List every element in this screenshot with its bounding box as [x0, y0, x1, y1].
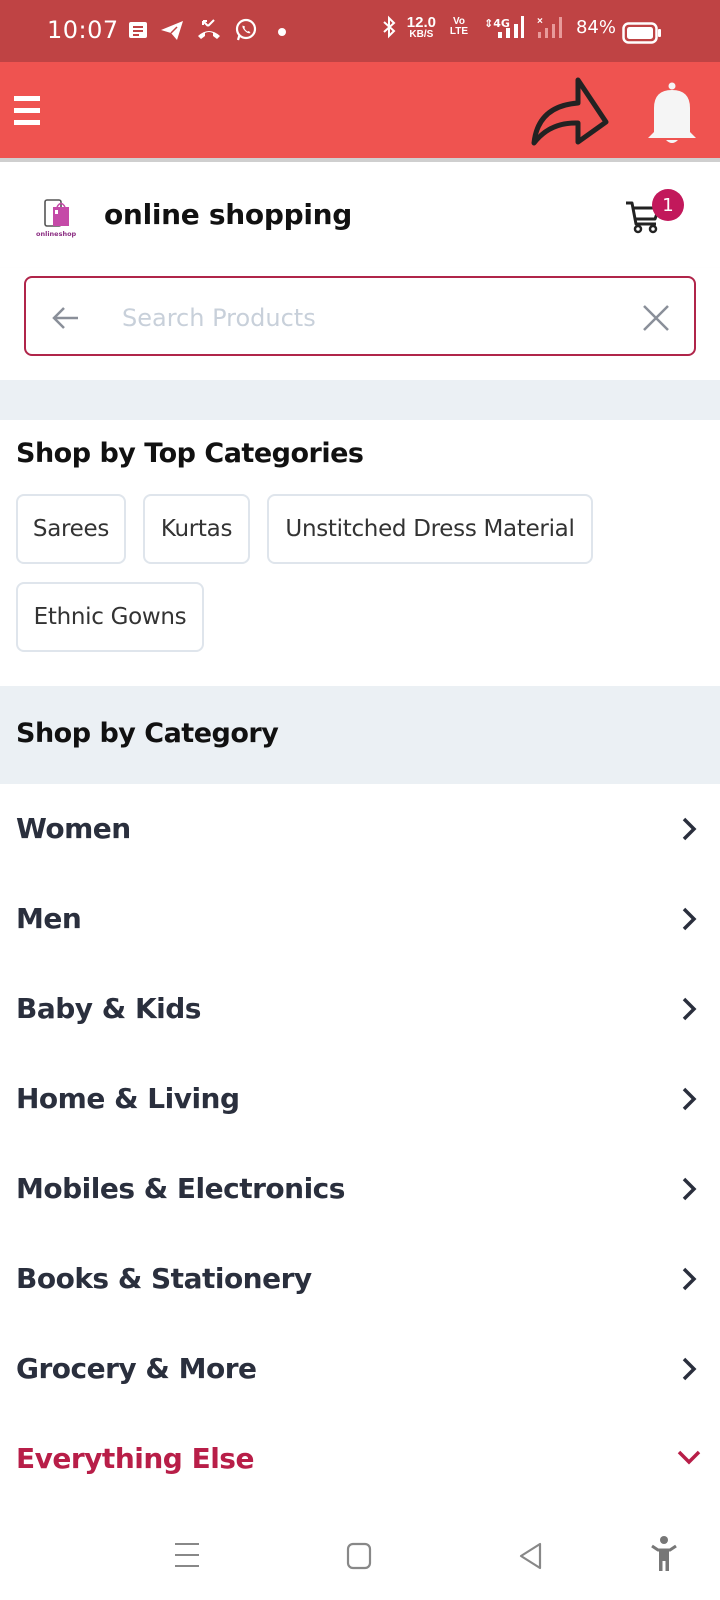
message-icon: [129, 22, 147, 38]
category-label: Books & Stationery: [16, 1262, 312, 1295]
chevron-right-icon: [682, 1267, 697, 1291]
category-grocery-more[interactable]: Grocery & More: [0, 1324, 720, 1414]
svg-text:onlineshop: onlineshop: [36, 230, 76, 238]
chevron-right-icon: [682, 907, 697, 931]
battery-icon: [622, 22, 661, 44]
category-label: Women: [16, 812, 131, 845]
section-spacer: [0, 380, 720, 420]
accessibility-icon[interactable]: [650, 1536, 678, 1572]
status-bar: 10:07 12.0 KB/S Vo LTE ⇕4G × 84%: [0, 0, 720, 62]
category-label: Men: [16, 902, 82, 935]
category-header-band: Shop by Category: [0, 686, 720, 784]
chevron-right-icon: [682, 1087, 697, 1111]
store-title: online shopping: [104, 198, 353, 231]
chip-ethnic-gowns[interactable]: Ethnic Gowns: [16, 582, 204, 652]
chevron-right-icon: [682, 1357, 697, 1381]
app-bar: [0, 62, 720, 158]
store-header: onlineshop online shopping: [0, 162, 720, 268]
chip-unstitched-dress-material[interactable]: Unstitched Dress Material: [267, 494, 593, 564]
system-status: 12.0 KB/S Vo LTE ⇕4G × 84%: [381, 14, 616, 40]
store-logo-icon[interactable]: onlineshop: [36, 198, 76, 238]
category-baby-kids[interactable]: Baby & Kids: [0, 964, 720, 1054]
chevron-down-icon: [677, 1450, 701, 1465]
category-everything-else[interactable]: Everything Else: [0, 1414, 720, 1504]
notification-icons: [128, 18, 290, 42]
telegram-icon: [161, 21, 183, 40]
home-icon[interactable]: [346, 1542, 372, 1570]
signal-no-service-icon: ×: [537, 16, 562, 38]
category-mobiles-electronics[interactable]: Mobiles & Electronics: [0, 1144, 720, 1234]
category-label: Mobiles & Electronics: [16, 1172, 345, 1205]
top-categories-title: Shop by Top Categories: [16, 438, 364, 469]
whatsapp-icon: [235, 18, 257, 41]
category-label: Home & Living: [16, 1082, 240, 1115]
battery-percent: 84%: [575, 16, 616, 38]
chevron-right-icon: [682, 1177, 697, 1201]
signal-4g-icon: ⇕4G: [484, 16, 524, 38]
bluetooth-icon: [383, 15, 396, 39]
back-icon[interactable]: [518, 1542, 544, 1570]
share-arrow-icon[interactable]: [530, 76, 610, 146]
chip-sarees[interactable]: Sarees: [16, 494, 126, 564]
category-books-stationery[interactable]: Books & Stationery: [0, 1234, 720, 1324]
chevron-right-icon: [682, 817, 697, 841]
category-label: Baby & Kids: [16, 992, 201, 1025]
svg-text:×: ×: [537, 16, 543, 27]
hamburger-icon[interactable]: [14, 96, 42, 126]
recents-icon[interactable]: [174, 1542, 200, 1568]
status-time: 10:07: [47, 16, 119, 44]
category-section-title: Shop by Category: [16, 718, 279, 749]
search-box: [24, 276, 696, 356]
category-home-living[interactable]: Home & Living: [0, 1054, 720, 1144]
category-label: Everything Else: [16, 1442, 254, 1475]
missed-call-icon: [198, 19, 220, 39]
category-label: Grocery & More: [16, 1352, 257, 1385]
cart-count-badge: 1: [652, 189, 684, 221]
back-arrow-icon[interactable]: [50, 302, 82, 334]
volte-indicator: Vo LTE: [449, 16, 469, 37]
network-speed: 12.0 KB/S: [406, 13, 436, 40]
search-section: [0, 268, 720, 380]
category-women[interactable]: Women: [0, 784, 720, 874]
dot-icon: [278, 28, 286, 36]
search-input[interactable]: [122, 296, 602, 340]
system-nav-bar: [0, 1520, 720, 1600]
chip-kurtas[interactable]: Kurtas: [143, 494, 250, 564]
clear-search-icon[interactable]: [640, 302, 672, 334]
chevron-right-icon: [682, 997, 697, 1021]
category-men[interactable]: Men: [0, 874, 720, 964]
bell-icon[interactable]: [644, 82, 700, 144]
